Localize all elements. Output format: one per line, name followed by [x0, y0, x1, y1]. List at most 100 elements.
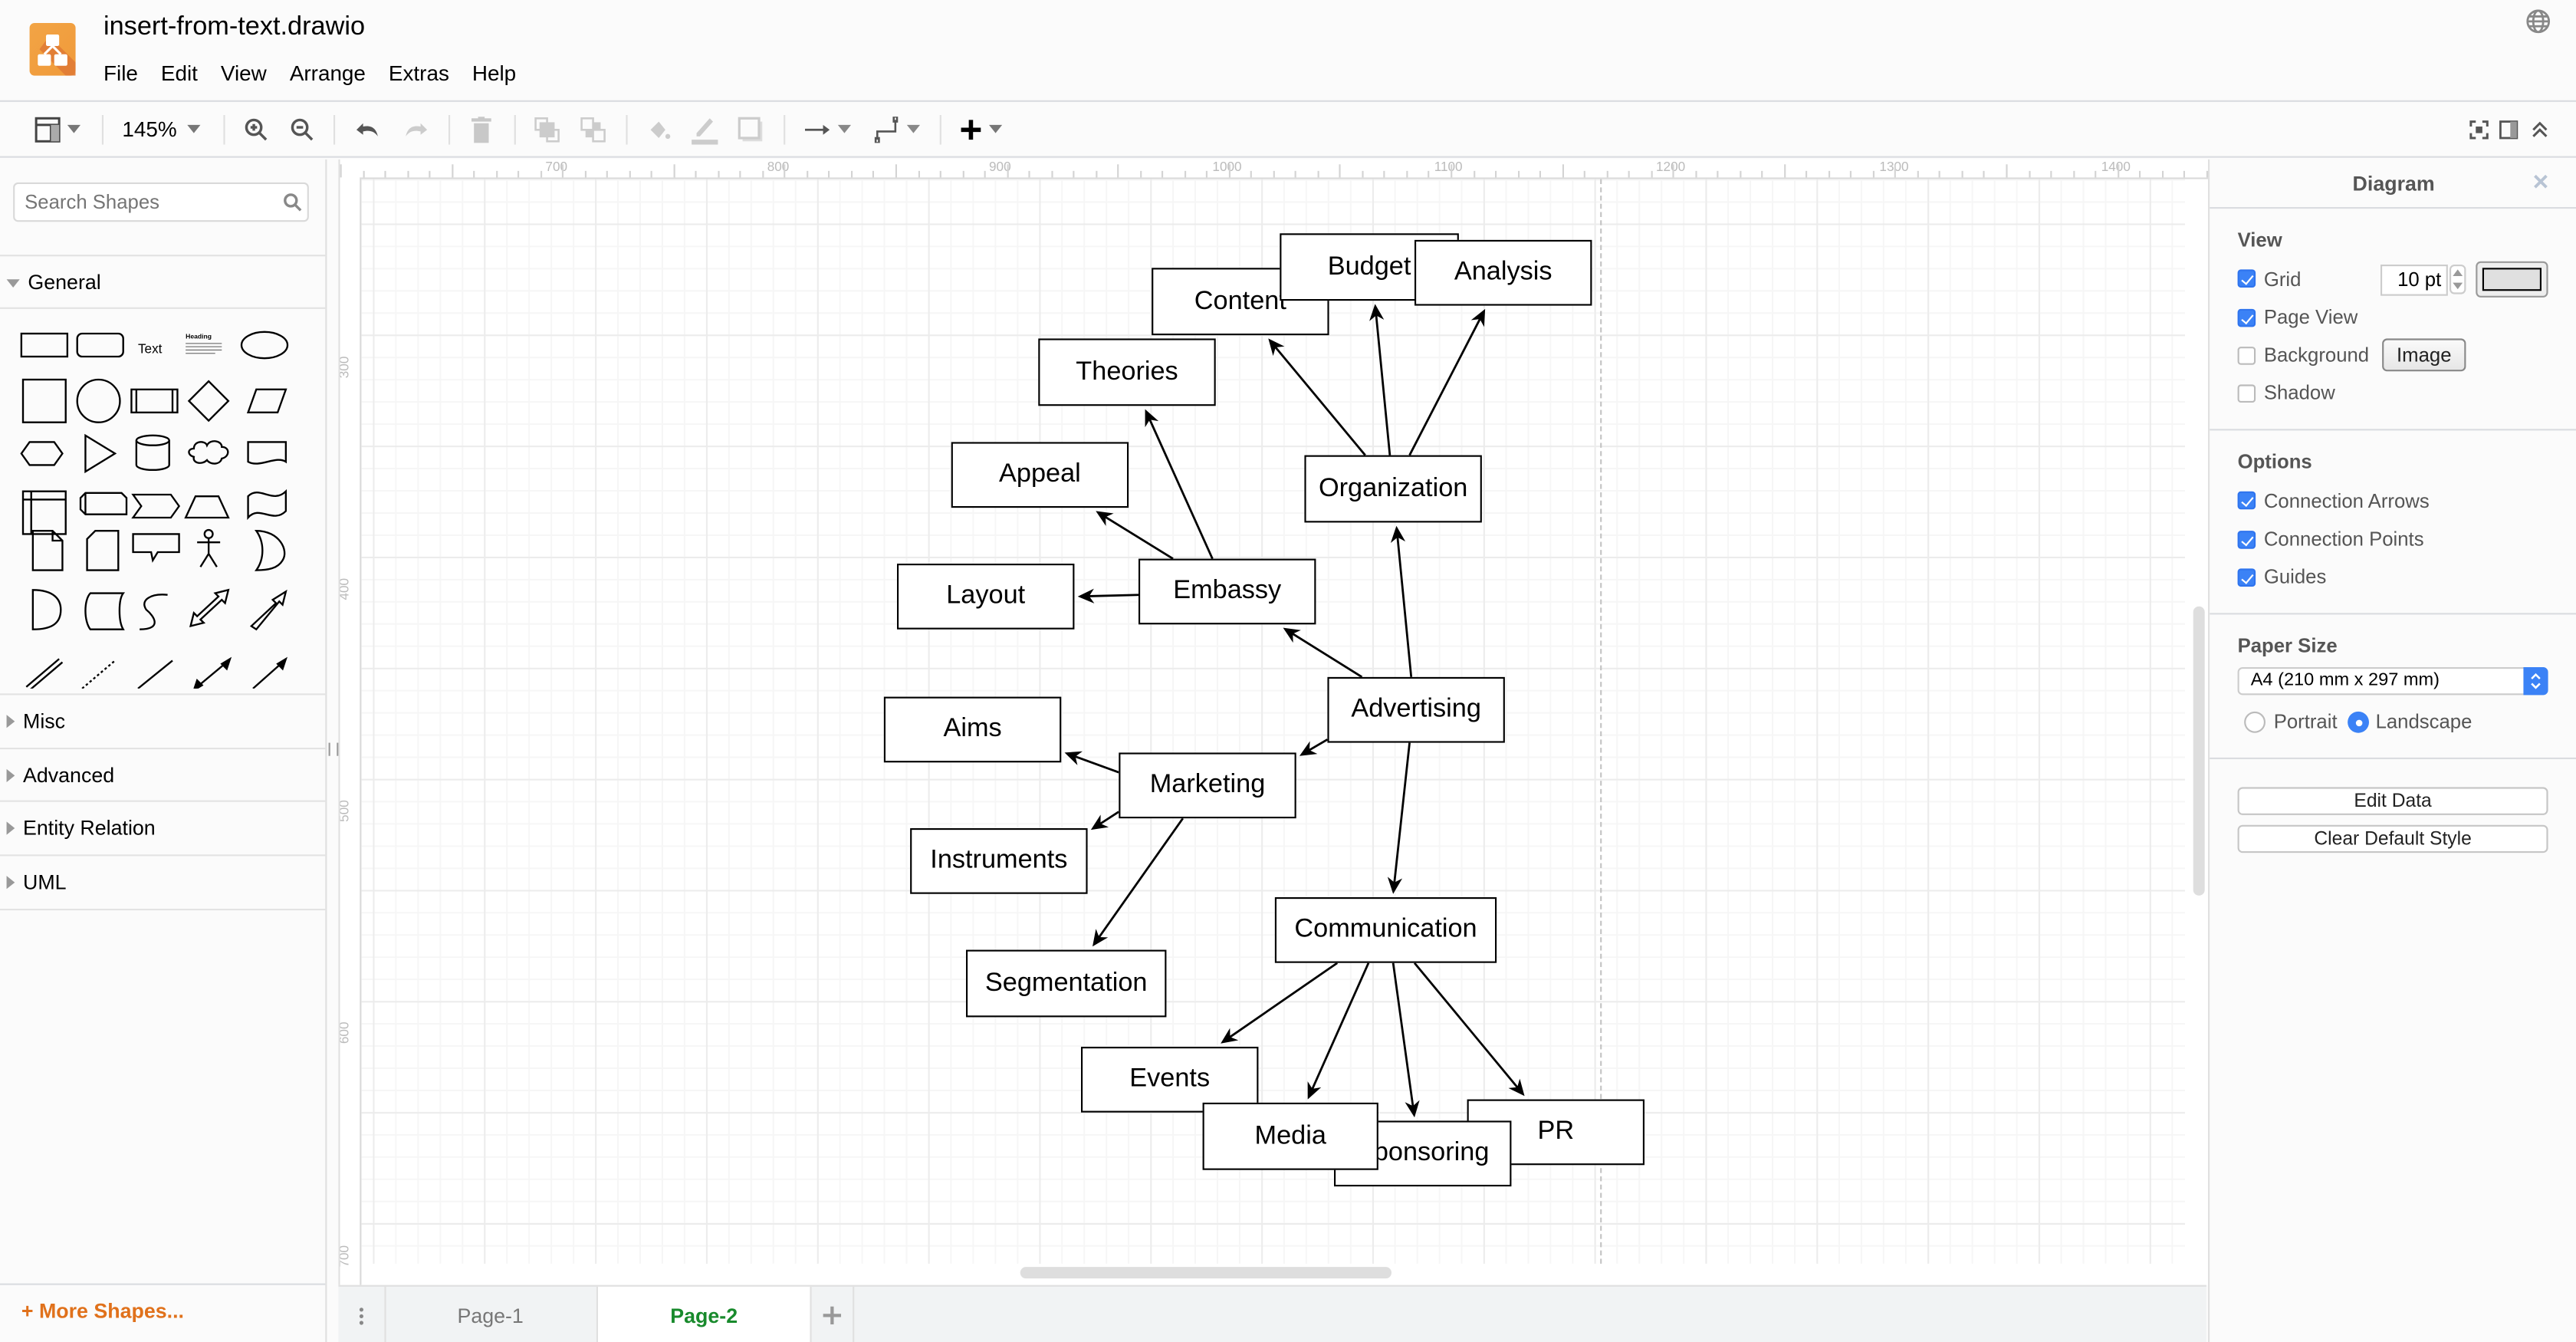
ruler-tick [895, 164, 897, 178]
diagram-canvas[interactable]: 700 800 900 1000 1100 1200 1300 1400 300 400 500 6… [338, 159, 2209, 1285]
ruler-tick [362, 170, 364, 178]
insert-button[interactable] [953, 102, 1009, 156]
fullscreen-button[interactable] [2466, 102, 2492, 156]
grid-size-input[interactable]: 10 pt [2380, 265, 2448, 296]
page-view-checkbox[interactable] [2237, 308, 2256, 327]
ruler-tick [518, 170, 520, 178]
diagram-node-marketing[interactable]: Marketing [1119, 752, 1296, 819]
redo-button[interactable] [398, 102, 434, 156]
sidebar-section-general[interactable]: General [0, 255, 326, 309]
waypoints-button[interactable] [867, 102, 923, 156]
grid-checkbox[interactable] [2237, 269, 2256, 288]
menu-view[interactable]: View [221, 61, 267, 85]
ruler-tick [1028, 170, 1030, 178]
background-image-button[interactable]: Image [2382, 338, 2466, 372]
sidebar-section-uml[interactable]: UML [0, 854, 326, 911]
section-label: Advanced [23, 764, 115, 788]
node-label: Layout [946, 581, 1026, 610]
menu-help[interactable]: Help [472, 61, 516, 85]
fill-color-icon [650, 120, 671, 138]
menu-arrange[interactable]: Arrange [290, 61, 366, 85]
tab-label: Page-1 [457, 1304, 524, 1327]
page-menu-button[interactable] [338, 1286, 386, 1342]
plus-icon [961, 119, 981, 140]
more-shapes-button[interactable]: + More Shapes... [21, 1300, 184, 1323]
search-icon[interactable] [283, 192, 303, 212]
undo-button[interactable] [350, 102, 386, 156]
grid-size-stepper[interactable] [2450, 265, 2466, 294]
shadow-checkbox[interactable] [2237, 384, 2256, 403]
horizontal-scrollbar[interactable] [1020, 1267, 1392, 1279]
stepper-up-icon[interactable] [2453, 269, 2463, 276]
menu-file[interactable]: File [104, 61, 138, 85]
background-checkbox[interactable] [2237, 347, 2256, 365]
diagram-node-aims[interactable]: Aims [883, 696, 1062, 763]
ruler-tick [1806, 170, 1808, 178]
portrait-radio[interactable] [2244, 711, 2266, 733]
shadow-button[interactable] [733, 102, 769, 156]
guides-checkbox[interactable] [2237, 568, 2256, 587]
zoom-level-dropdown[interactable]: 145% [115, 102, 207, 156]
connection-points-checkbox[interactable] [2237, 531, 2256, 549]
stepper-down-icon[interactable] [2453, 282, 2463, 290]
menu-edit[interactable]: Edit [161, 61, 198, 85]
ruler-tick [606, 170, 609, 178]
diagram-node-theories[interactable]: Theories [1038, 338, 1216, 406]
heading-shape: Heading [186, 332, 222, 354]
collapse-toolbar-button[interactable] [2527, 102, 2553, 156]
connection-arrows-checkbox[interactable] [2237, 491, 2256, 510]
ruler-tick [1761, 170, 1763, 178]
connection-style-button[interactable] [798, 102, 854, 156]
node-label: Content [1194, 286, 1286, 315]
delete-button[interactable] [463, 102, 499, 156]
globe-icon[interactable] [2525, 8, 2551, 35]
diagram-node-communication[interactable]: Communication [1274, 897, 1497, 963]
panel-icon [2499, 120, 2518, 139]
format-panel-button[interactable] [2496, 102, 2522, 156]
tab-page-1[interactable]: Page-1 [386, 1287, 595, 1342]
dotted-line-shape [81, 659, 116, 689]
diagram-node-advertising[interactable]: Advertising [1327, 676, 1505, 743]
document-title[interactable]: insert-from-text.drawio [104, 13, 365, 43]
diagram-node-segmentation[interactable]: Segmentation [966, 949, 1167, 1018]
diagram-node-embassy[interactable]: Embassy [1138, 558, 1316, 625]
sidebar-section-misc[interactable]: Misc [0, 693, 326, 748]
guides-label: Guides [2263, 565, 2327, 589]
diagram-node-layout[interactable]: Layout [897, 564, 1075, 630]
grid-color-button[interactable] [2476, 261, 2548, 298]
sidebar-section-advanced[interactable]: Advanced [0, 747, 326, 802]
zoom-in-button[interactable] [240, 102, 273, 156]
chevron-down-icon [186, 124, 200, 133]
paper-size-select[interactable]: A4 (210 mm x 297 mm) [2237, 667, 2548, 696]
to-back-button[interactable] [575, 102, 611, 156]
diagram-node-media[interactable]: Media [1202, 1102, 1378, 1170]
menu-extras[interactable]: Extras [389, 61, 449, 85]
diagram-node-organization[interactable]: Organization [1304, 455, 1482, 523]
tab-label: Page-2 [670, 1304, 738, 1327]
close-icon[interactable] [2533, 174, 2548, 189]
zoom-out-button[interactable] [286, 102, 319, 156]
section-divider [2210, 757, 2576, 759]
to-front-button[interactable] [529, 102, 565, 156]
diagram-node-analysis[interactable]: Analysis [1414, 239, 1592, 306]
ruler-tick [540, 170, 542, 178]
line-color-button[interactable] [687, 102, 723, 156]
ruler-tick [1362, 170, 1364, 178]
format-panel-toggle-button[interactable] [30, 102, 86, 156]
add-page-button[interactable] [810, 1286, 855, 1342]
sidebar-resize-handle[interactable] [328, 742, 339, 756]
edit-data-button[interactable]: Edit Data [2237, 787, 2548, 815]
ruler-tick [984, 170, 986, 178]
vertical-scrollbar[interactable] [2193, 606, 2205, 896]
tab-page-2[interactable]: Page-2 [596, 1286, 812, 1342]
diagram-node-appeal[interactable]: Appeal [951, 442, 1129, 508]
search-shapes-input[interactable] [13, 182, 309, 222]
sidebar-section-entity-relation[interactable]: Entity Relation [0, 800, 326, 855]
diagram-node-instruments[interactable]: Instruments [910, 828, 1088, 894]
circle-shape [76, 378, 121, 423]
node-label: Budget [1327, 252, 1411, 281]
clear-default-style-button[interactable]: Clear Default Style [2237, 824, 2548, 854]
ruler-tick [1783, 164, 1786, 178]
landscape-radio[interactable] [2348, 711, 2369, 733]
fill-color-button[interactable] [641, 102, 677, 156]
